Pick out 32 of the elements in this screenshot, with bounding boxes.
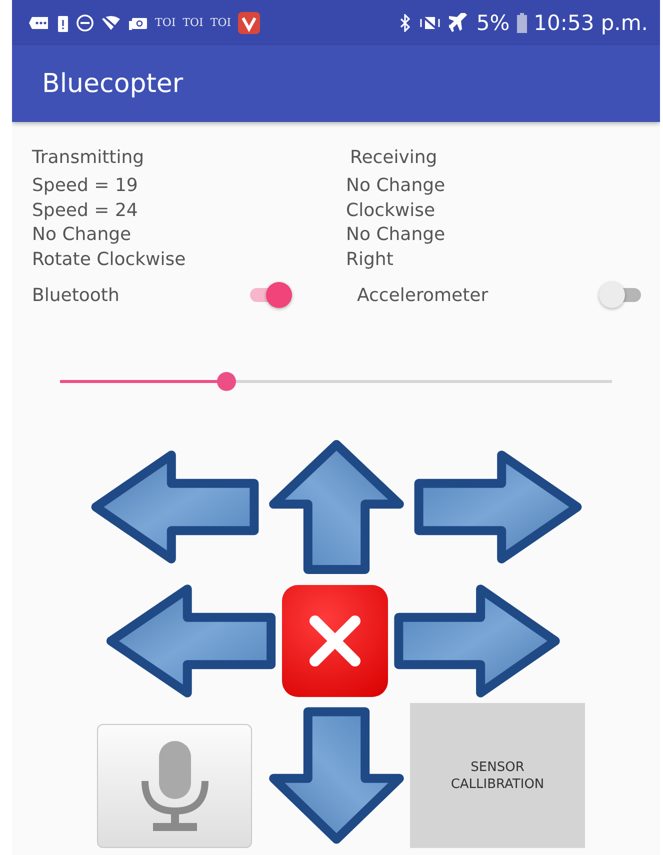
notification-text: TOI <box>210 16 232 29</box>
receiving-value: Clockwise <box>346 198 436 222</box>
receiving-value: No Change <box>346 174 446 198</box>
notification-text: TOI <box>182 16 204 29</box>
toggle-label: Accelerometer <box>357 284 488 306</box>
receiving-value: No Change <box>346 223 446 247</box>
sensor-calibration-button[interactable]: SENSOR CALLIBRATION <box>410 703 585 848</box>
slider-thumb[interactable] <box>216 372 236 391</box>
transmitting-value: No Change <box>32 223 132 247</box>
transmitting-value: Rotate Clockwise <box>32 248 187 272</box>
wifi-off-icon <box>101 14 121 30</box>
receiving-value: Right <box>346 248 394 272</box>
toggle-label: Bluetooth <box>32 284 120 306</box>
receiving-heading: Receiving <box>349 147 438 168</box>
transmitting-value: Speed = 24 <box>32 198 139 222</box>
app-logo-icon <box>238 12 260 34</box>
alert-battery-icon <box>57 14 69 32</box>
microphone-button[interactable] <box>97 724 252 848</box>
battery-percent: 5% <box>476 10 510 34</box>
toggle-switch[interactable] <box>599 282 643 308</box>
toggle-switch[interactable] <box>248 282 292 308</box>
app-title: Bluecopter <box>42 68 184 98</box>
airplane-icon <box>449 12 470 32</box>
clock-time: 10:53 p.m. <box>534 10 648 34</box>
transmitting-heading: Transmitting <box>32 147 146 168</box>
notification-text: TOI <box>155 16 176 29</box>
battery-icon <box>516 12 527 32</box>
stop-button[interactable] <box>282 584 388 696</box>
transmitting-value: Speed = 19 <box>32 174 139 198</box>
do-not-disturb-icon <box>76 14 94 32</box>
bluetooth-icon <box>399 14 412 32</box>
message-icon <box>28 14 50 30</box>
